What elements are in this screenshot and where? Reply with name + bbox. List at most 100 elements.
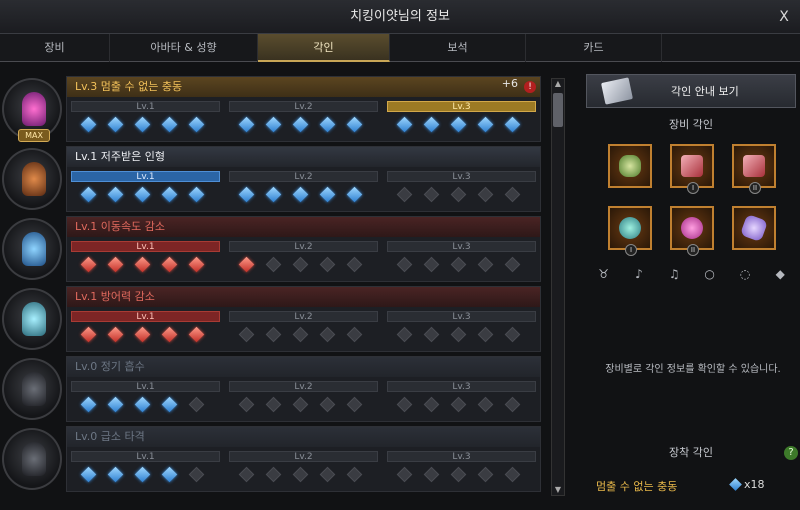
necklace-filter-icon[interactable]: ♉ [594, 264, 614, 284]
scrollbar[interactable]: ▲ ▼ [551, 78, 565, 496]
level-label: Lv.2 [229, 101, 378, 112]
level-label: Lv.2 [229, 381, 378, 392]
empty-gem-icon [396, 326, 413, 343]
engraving-name: Lv.3 멈출 수 없는 충동 [67, 77, 540, 97]
scroll-up-icon[interactable]: ▲ [553, 79, 563, 89]
red-gem-icon [134, 326, 151, 343]
red-gem-icon [188, 326, 205, 343]
slot-badge: II [749, 182, 761, 194]
equipment-engraving-title: 장비 각인 [669, 118, 713, 131]
engraving-row[interactable]: Lv.1 이동속도 감소 Lv.1 Lv.2 Lv.3 [0, 216, 545, 284]
book-icon [601, 77, 633, 105]
stone-slot[interactable] [732, 206, 776, 250]
red-gem-icon [161, 326, 178, 343]
engraving-row[interactable]: MAX Lv.3 멈출 수 없는 충동 +6! Lv.1 Lv.2 Lv.3 [0, 76, 545, 144]
level-label: Lv.1 [71, 451, 220, 462]
earring-1-slot[interactable]: I [670, 144, 714, 194]
earring-icon [743, 155, 765, 177]
empty-gem-icon [396, 186, 413, 203]
tab-engraving[interactable]: 각인 [258, 34, 390, 62]
ring-1-slot[interactable]: I [608, 206, 652, 256]
alert-icon[interactable]: ! [524, 81, 536, 93]
blue-gem-icon [238, 186, 255, 203]
empty-gem-icon [477, 256, 494, 273]
engraving-row[interactable]: Lv.1 저주받은 인형 Lv.1 Lv.2 Lv.3 [0, 146, 545, 214]
tab-cards[interactable]: 카드 [526, 34, 662, 62]
slot-badge: I [625, 244, 637, 256]
necklace-slot[interactable] [608, 144, 652, 188]
empty-gem-icon [292, 326, 309, 343]
red-gem-icon [188, 256, 205, 273]
engraving-guide-label: 각인 안내 보기 [671, 85, 739, 98]
empty-gem-icon [477, 396, 494, 413]
empty-gem-icon [450, 326, 467, 343]
blue-gem-icon [346, 116, 363, 133]
empty-gem-icon [504, 466, 521, 483]
blue-gem-icon [238, 116, 255, 133]
level-label: Lv.1 [71, 381, 220, 392]
empty-gem-icon [319, 466, 336, 483]
empty-gem-icon [265, 326, 282, 343]
ring-icon [681, 217, 703, 239]
equipped-engraving-name: 멈출 수 없는 충동 [596, 480, 678, 493]
empty-gem-icon [238, 466, 255, 483]
engraving-row[interactable]: Lv.0 정기 흡수 Lv.1 Lv.2 Lv.3 [0, 356, 545, 424]
earring-2-slot[interactable]: II [732, 144, 776, 194]
engraving-row[interactable]: Lv.1 방어력 감소 Lv.1 Lv.2 Lv.3 [0, 286, 545, 354]
engraving-list: MAX Lv.3 멈출 수 없는 충동 +6! Lv.1 Lv.2 Lv.3 Lv.1 저주… [0, 66, 560, 510]
scroll-down-icon[interactable]: ▼ [553, 485, 563, 495]
blue-gem-icon [80, 116, 97, 133]
blue-gem-icon [319, 186, 336, 203]
blue-gem-icon [134, 116, 151, 133]
blue-gem-icon [346, 186, 363, 203]
tab-equipment[interactable]: 장비 [0, 34, 110, 62]
engraving-row[interactable]: Lv.0 급소 타격 Lv.1 Lv.2 Lv.3 [0, 426, 545, 494]
blue-gem-icon [292, 186, 309, 203]
gem-row [238, 396, 363, 413]
empty-gem-icon [346, 256, 363, 273]
scroll-thumb[interactable] [553, 93, 563, 127]
engraving-bonus: +6 [501, 77, 518, 90]
earring-2-filter-icon[interactable]: ♫ [664, 264, 684, 284]
earring-icon [681, 155, 703, 177]
empty-gem-icon [396, 256, 413, 273]
red-gem-icon [161, 256, 178, 273]
blue-gem-icon [292, 116, 309, 133]
empty-gem-icon [319, 326, 336, 343]
equipment-info-text: 장비별로 각인 정보를 확인할 수 있습니다. [605, 364, 781, 375]
blue-gem-icon [134, 186, 151, 203]
engraving-guide-button[interactable]: 각인 안내 보기 [586, 74, 796, 108]
level-segment: Lv.1 [69, 311, 222, 351]
blue-gem-icon [477, 116, 494, 133]
blue-gem-icon [265, 116, 282, 133]
close-button[interactable]: X [774, 0, 794, 34]
stone-filter-icon[interactable]: ◆ [770, 264, 790, 284]
ring-1-filter-icon[interactable]: ○ [700, 264, 720, 284]
engraving-avatar: MAX [2, 78, 62, 142]
level-segment: Lv.2 [227, 311, 380, 351]
level-segment: Lv.2 [227, 241, 380, 281]
blue-gem-icon [161, 116, 178, 133]
level-label: Lv.1 [71, 241, 220, 252]
level-label: Lv.2 [229, 451, 378, 462]
blue-gem-icon [161, 186, 178, 203]
level-label: Lv.3 [387, 381, 536, 392]
gem-row [80, 116, 205, 133]
ring-2-filter-icon[interactable]: ◌ [735, 264, 755, 284]
engraving-figure-icon [22, 232, 46, 266]
level-label: Lv.3 [387, 311, 536, 322]
blue-gem-icon [396, 116, 413, 133]
gem-row [80, 256, 205, 273]
tab-gems[interactable]: 보석 [390, 34, 526, 62]
level-segment: Lv.3 [385, 451, 538, 491]
empty-gem-icon [504, 326, 521, 343]
ring-2-slot[interactable]: II [670, 206, 714, 256]
level-segment: Lv.1 [69, 171, 222, 211]
help-icon[interactable]: ? [784, 446, 798, 460]
engraving-figure-icon [22, 92, 46, 126]
earring-1-filter-icon[interactable]: ♪ [629, 264, 649, 284]
blue-gem-icon [107, 116, 124, 133]
tab-avatar-traits[interactable]: 아바타 & 성향 [110, 34, 258, 62]
empty-gem-icon [450, 186, 467, 203]
blue-gem-icon [107, 396, 124, 413]
